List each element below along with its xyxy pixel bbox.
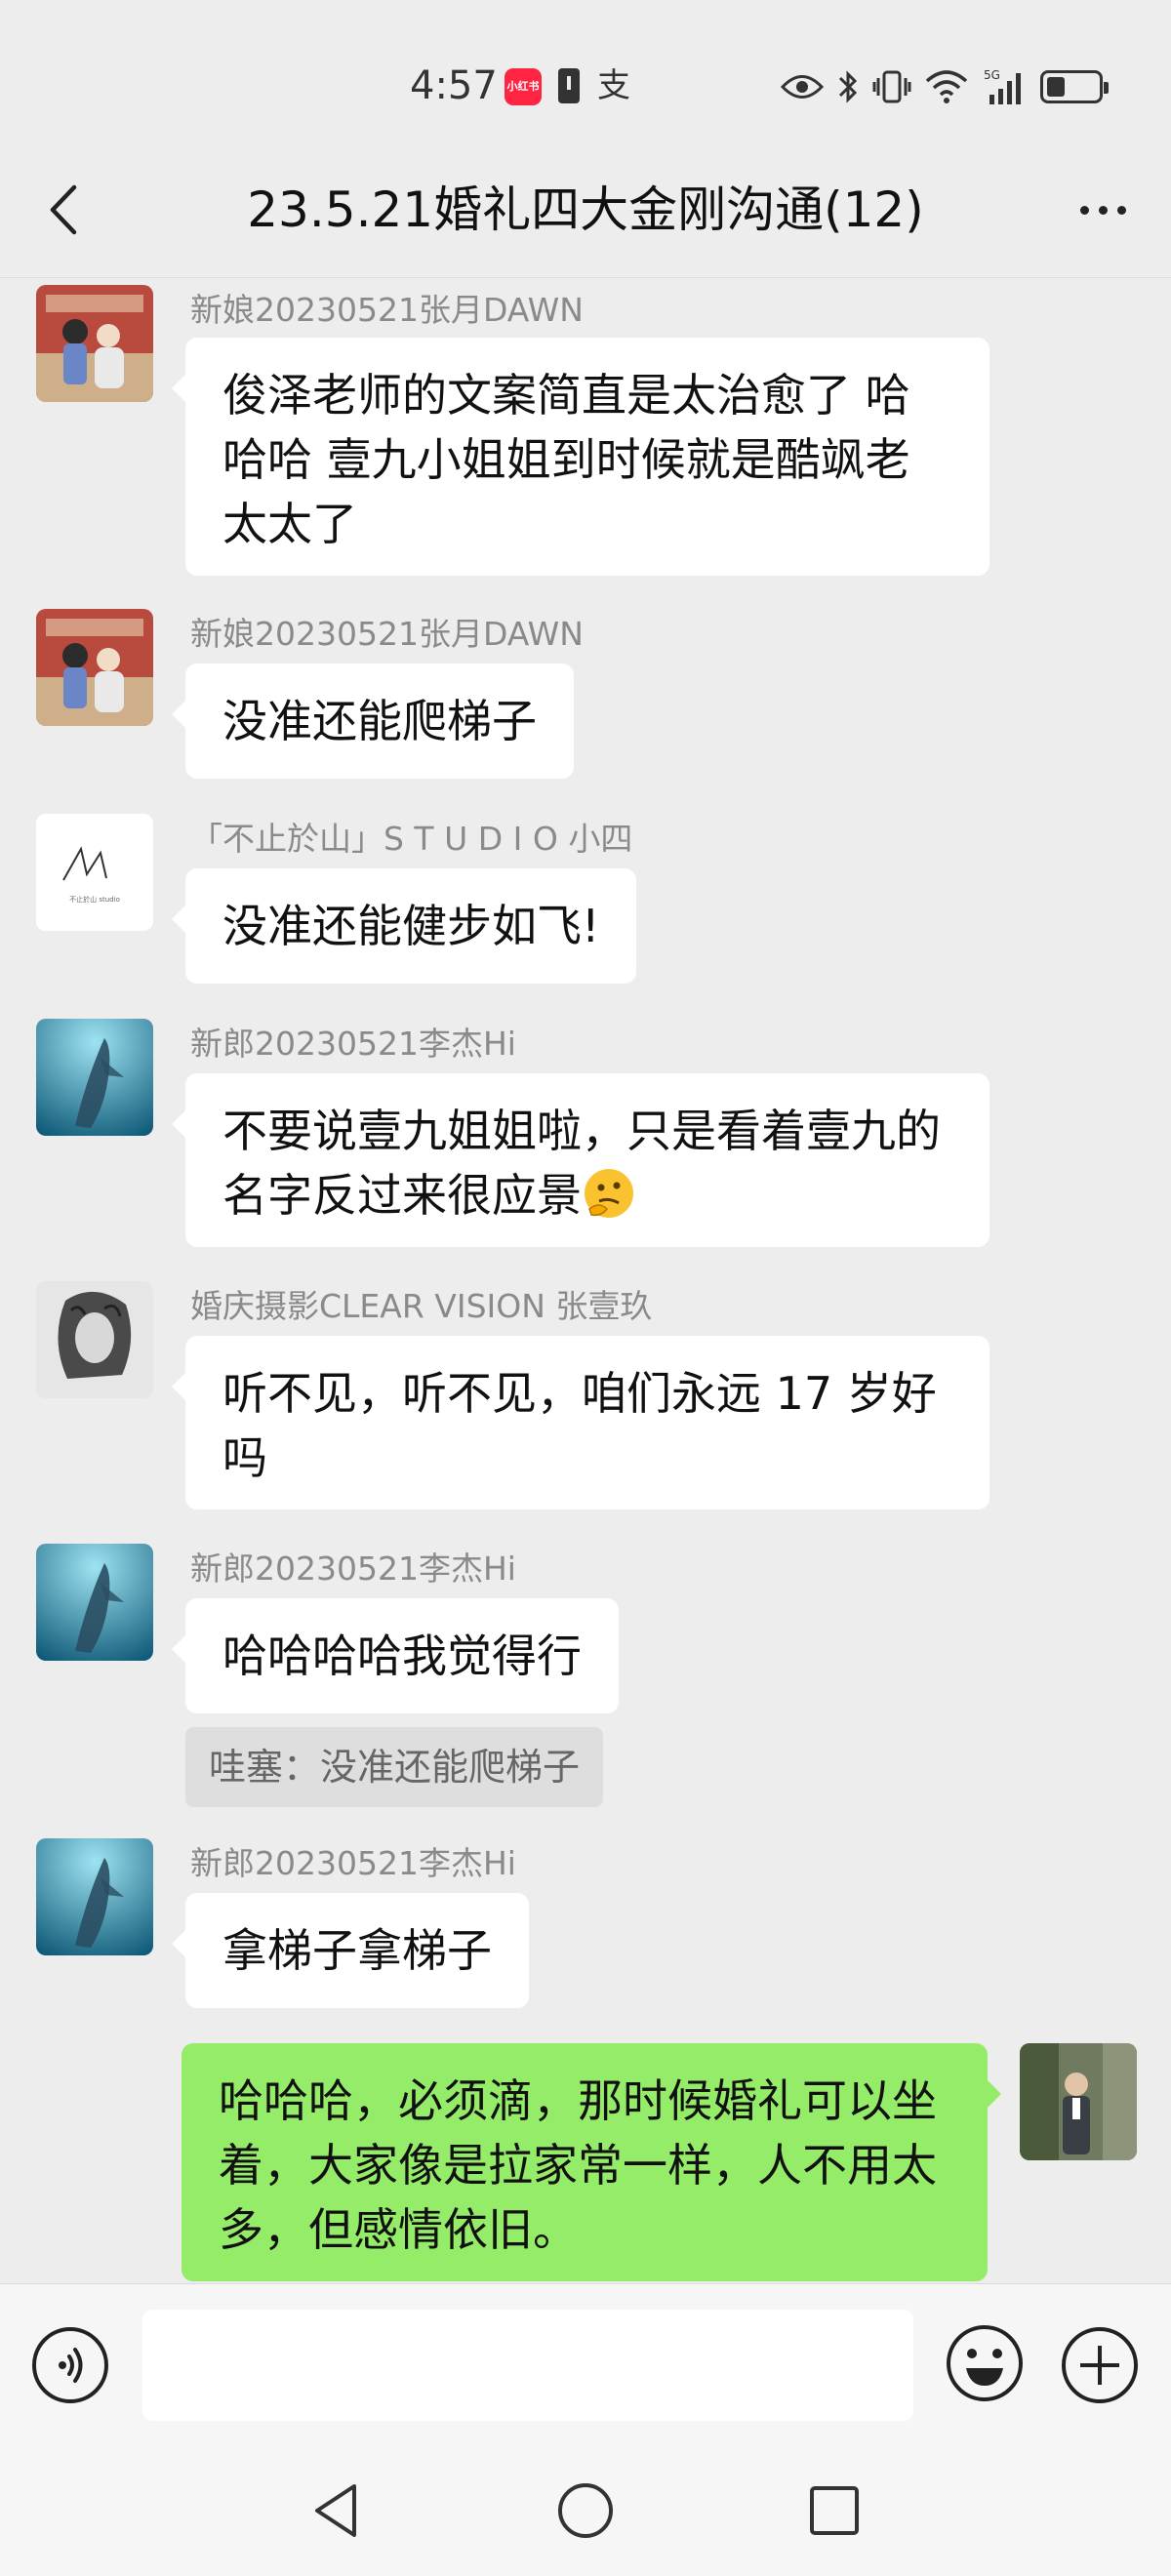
battery-icon — [1040, 70, 1109, 103]
sender-name: 婚庆摄影CLEAR VISION 张壹玖 — [190, 1287, 653, 1325]
avatar-self[interactable] — [1020, 2043, 1137, 2160]
sim-card-icon — [558, 68, 580, 103]
whale-avatar-image — [36, 1544, 153, 1661]
sender-name: 新郎20230521李杰Hi — [190, 1025, 516, 1063]
avatar-bride[interactable] — [36, 285, 153, 402]
quoted-message[interactable]: 哇塞：没准还能爬梯子 — [185, 1727, 604, 1807]
message-bubble[interactable]: 俊泽老师的文案简直是太治愈了 哈哈哈 壹九小姐姐到时候就是酷飒老太太了 — [172, 338, 989, 576]
message-bubble[interactable]: 拿梯子拿梯子 — [172, 1893, 529, 2008]
avatar-groom[interactable] — [36, 1019, 153, 1136]
status-bar: 4:57 小红书 支 5G — [0, 0, 1171, 146]
nav-back-button[interactable] — [305, 2478, 370, 2543]
sender-name: 「不止於山」S T U D I O 小四 — [190, 820, 633, 858]
message-bubble[interactable]: 没准还能健步如飞! — [171, 868, 637, 984]
nav-recents-button[interactable] — [802, 2478, 867, 2543]
avatar-bride[interactable] — [36, 609, 153, 726]
network-label: 5G — [984, 68, 1000, 82]
sender-name: 新郎20230521李杰Hi — [190, 1550, 516, 1588]
status-time: 4:57 — [410, 63, 498, 108]
whale-avatar-image — [36, 1838, 153, 1955]
square-recents-icon — [810, 2486, 859, 2535]
more-dot-icon — [1079, 205, 1089, 215]
more-functions-button[interactable] — [1062, 2327, 1138, 2403]
vibrate-icon — [872, 70, 911, 103]
back-button[interactable] — [29, 176, 98, 244]
message-input[interactable] — [142, 2310, 913, 2421]
more-button[interactable] — [1064, 176, 1142, 244]
triangle-back-icon — [315, 2484, 356, 2537]
nav-home-button[interactable] — [553, 2478, 618, 2543]
message-bubble[interactable]: 没准还能爬梯子 — [172, 664, 574, 779]
alipay-icon: 支 — [597, 66, 630, 105]
avatar-groom[interactable] — [36, 1544, 153, 1661]
whale-avatar-image — [36, 1019, 153, 1136]
message-bubble[interactable]: 听不见，听不见，咱们永远 17 岁好吗 — [172, 1336, 989, 1509]
more-dot-icon — [1116, 205, 1126, 215]
thinking-face-icon — [585, 1169, 633, 1218]
sender-name: 新娘20230521张月DAWN — [190, 615, 584, 653]
voice-icon — [59, 2348, 83, 2383]
xiaohongshu-app-icon: 小红书 — [505, 68, 542, 105]
studio-logo-icon: 不止於山 studio — [36, 814, 153, 931]
message-bubble[interactable]: 不要说壹九姐姐啦，只是看着壹九的名字反过来很应景 — [172, 1073, 989, 1247]
avatar-studio[interactable]: 不止於山 studio — [36, 814, 153, 931]
wifi-icon — [925, 70, 968, 103]
message-bubble[interactable]: 哈哈哈哈我觉得行 — [172, 1598, 619, 1713]
status-icons: 5G — [781, 62, 1109, 111]
avatar-image — [36, 1281, 153, 1398]
back-arrow-icon — [50, 184, 77, 235]
smiley-icon — [947, 2325, 1023, 2401]
bluetooth-icon — [838, 70, 858, 103]
system-nav-bar — [0, 2439, 1171, 2576]
chat-screen: 4:57 小红书 支 5G 23.5.21婚礼四大金刚沟通(12) 新娘2023… — [0, 0, 1171, 2576]
more-dot-icon — [1098, 205, 1108, 215]
signal-icon: 5G — [984, 68, 1021, 104]
circle-home-icon — [558, 2483, 613, 2538]
input-bar — [0, 2283, 1171, 2439]
studio-logo-text: 不止於山 studio — [69, 895, 120, 904]
chat-title: 23.5.21婚礼四大金刚沟通(12) — [247, 181, 924, 238]
sender-name: 新郎20230521李杰Hi — [190, 1844, 516, 1882]
avatar-image — [1020, 2043, 1137, 2160]
emoji-button[interactable] — [945, 2323, 1025, 2403]
voice-button[interactable] — [32, 2327, 108, 2403]
avatar-groom[interactable] — [36, 1838, 153, 1955]
eye-icon — [781, 75, 824, 99]
chat-header: 23.5.21婚礼四大金刚沟通(12) — [0, 146, 1171, 278]
my-message-bubble[interactable]: 哈哈哈，必须滴，那时候婚礼可以坐着，大家像是拉家常一样，人不用太多，但感情依旧。 — [182, 2043, 1001, 2281]
sender-name: 新娘20230521张月DAWN — [190, 291, 584, 329]
avatar-image — [36, 285, 153, 402]
avatar-image — [36, 609, 153, 726]
avatar-photographer[interactable] — [36, 1281, 153, 1398]
